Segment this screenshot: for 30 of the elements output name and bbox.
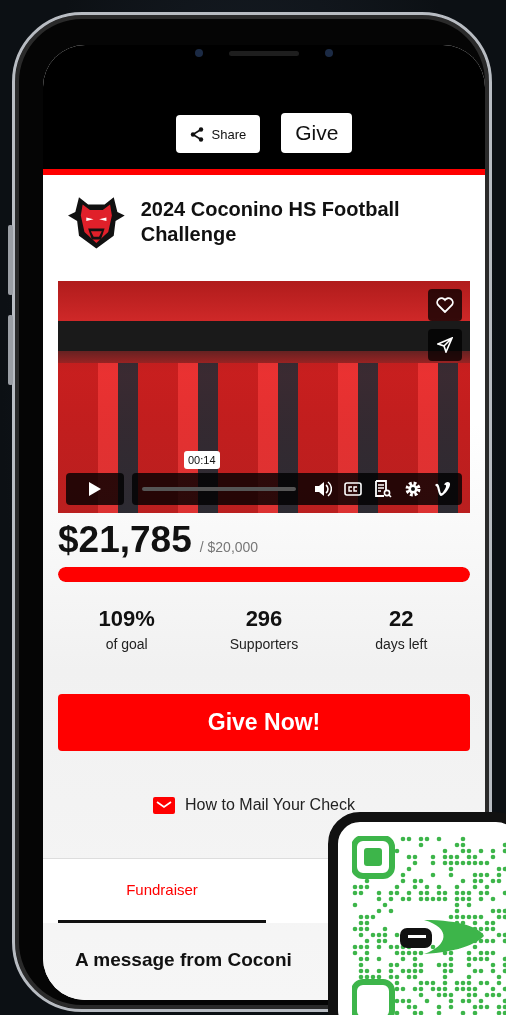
like-button[interactable] bbox=[428, 289, 462, 321]
camera-icon bbox=[195, 49, 203, 57]
mail-check-link[interactable]: How to Mail Your Check bbox=[153, 796, 355, 814]
stat-label: of goal bbox=[105, 636, 148, 652]
give-button[interactable]: Give bbox=[281, 113, 353, 153]
share-icon bbox=[189, 126, 204, 142]
stat-value: 22 bbox=[389, 606, 414, 632]
settings-icon[interactable] bbox=[404, 480, 422, 498]
paper-plane-icon bbox=[437, 337, 453, 353]
raised-amount: $21,785 bbox=[58, 519, 192, 561]
stat-value: 109% bbox=[98, 606, 155, 632]
transcript-icon[interactable] bbox=[374, 480, 392, 498]
send-button[interactable] bbox=[428, 329, 462, 361]
v-logo-icon[interactable] bbox=[434, 481, 452, 497]
speaker-grille bbox=[229, 50, 299, 56]
envelope-icon bbox=[153, 796, 176, 814]
time-tooltip: 00:14 bbox=[184, 451, 220, 469]
heart-icon bbox=[436, 297, 454, 313]
give-now-button[interactable]: Give Now! bbox=[58, 694, 470, 751]
stat-label: Supporters bbox=[229, 636, 299, 652]
play-icon bbox=[88, 481, 102, 497]
stat-label: days left bbox=[375, 636, 428, 652]
captions-icon[interactable] bbox=[344, 482, 362, 496]
goal-amount: / $20,000 bbox=[199, 539, 259, 555]
section-heading: A message from Coconi bbox=[75, 949, 292, 971]
campaign-title: 2024 Coconino HS Football Challenge bbox=[140, 197, 401, 247]
volume-icon[interactable] bbox=[314, 481, 332, 497]
stat-value: 296 bbox=[245, 606, 283, 632]
share-button[interactable]: Share bbox=[175, 115, 261, 153]
play-button[interactable] bbox=[66, 473, 124, 505]
